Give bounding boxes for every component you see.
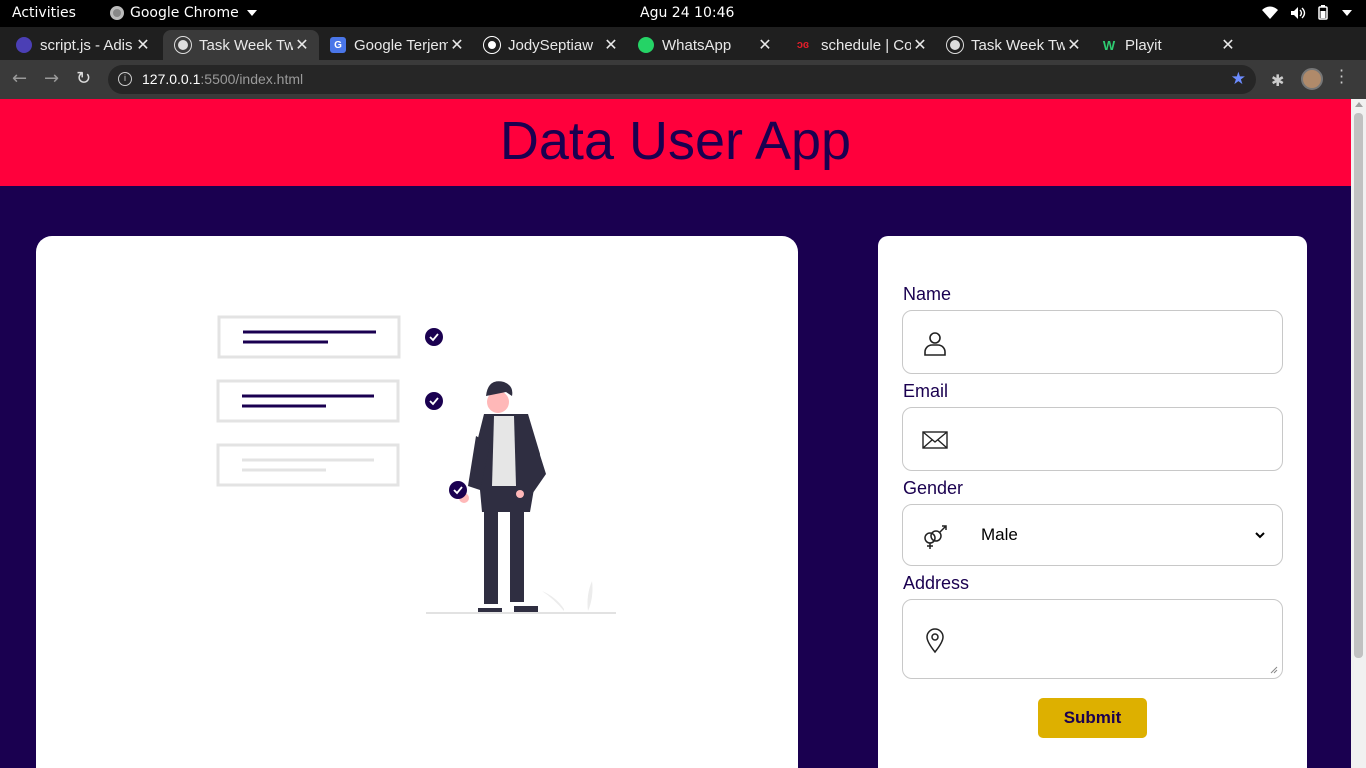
info-icon[interactable]: i	[118, 72, 132, 86]
gender-icon	[924, 525, 947, 549]
address-label: Address	[903, 573, 970, 593]
tab[interactable]: Task Week Tw ✕	[935, 30, 1091, 60]
page-viewport: Data User App Name Email Gender Male Add…	[0, 99, 1351, 768]
github-icon	[483, 36, 501, 54]
avatar[interactable]	[1301, 68, 1323, 90]
system-top-bar: Activities Google Chrome Agu 24 10:46	[0, 0, 1366, 27]
resize-handle-icon[interactable]	[1270, 666, 1278, 674]
battery-icon	[1318, 5, 1328, 20]
email-field[interactable]	[902, 407, 1283, 471]
email-label: Email	[903, 381, 949, 401]
close-icon[interactable]: ✕	[1219, 35, 1237, 55]
chevron-down-icon	[1255, 532, 1265, 539]
address-input[interactable]	[973, 608, 1273, 670]
gender-selected-value: Male	[981, 525, 1018, 544]
name-field[interactable]	[902, 310, 1283, 374]
extensions-icon[interactable]: ✱	[1271, 71, 1284, 90]
volume-icon	[1291, 6, 1306, 19]
close-icon[interactable]: ✕	[602, 35, 620, 55]
google-translate-icon: G	[330, 37, 346, 53]
tab-title: script.js - Adis	[40, 36, 133, 54]
close-icon[interactable]: ✕	[1065, 35, 1083, 55]
email-input[interactable]	[973, 418, 1268, 460]
scroll-up-icon[interactable]	[1355, 102, 1363, 107]
tab[interactable]: WhatsApp ✕	[626, 30, 782, 60]
github-icon	[16, 37, 32, 53]
submit-button[interactable]: Submit	[1038, 698, 1147, 738]
playit-icon: W	[1102, 37, 1116, 53]
url-text: 127.0.0.1:5500/index.html	[142, 71, 303, 87]
close-icon[interactable]: ✕	[134, 35, 152, 55]
close-icon[interactable]: ✕	[756, 35, 774, 55]
envelope-icon	[922, 431, 948, 449]
address-field[interactable]	[902, 599, 1283, 679]
tab-title: Task Week Tw	[199, 36, 293, 54]
page-title: Data User App	[499, 111, 852, 171]
codepolitan-icon: ɔɞ	[796, 39, 810, 51]
forward-icon[interactable]: →	[44, 68, 59, 89]
close-icon[interactable]: ✕	[448, 35, 466, 55]
app-menu[interactable]: Google Chrome	[110, 5, 257, 21]
name-label: Name	[903, 284, 952, 304]
tab[interactable]: G Google Terjem ✕	[318, 30, 474, 60]
globe-icon	[946, 36, 964, 54]
activities-button[interactable]: Activities	[12, 5, 76, 21]
address-bar[interactable]: i 127.0.0.1:5500/index.html ★	[108, 65, 1256, 94]
scrollbar-thumb[interactable]	[1354, 113, 1363, 658]
illustration-card	[36, 236, 798, 768]
user-icon	[924, 332, 946, 356]
menu-icon[interactable]: · · ·	[1339, 63, 1344, 91]
tab[interactable]: script.js - Adis ✕	[4, 30, 160, 60]
gender-select[interactable]: Male	[902, 504, 1283, 566]
tab-title: WhatsApp	[662, 36, 732, 54]
reload-icon[interactable]: ↻	[76, 68, 91, 89]
tab-title: Task Week Tw	[971, 36, 1065, 54]
whatsapp-icon	[638, 37, 654, 53]
user-form-card: Name Email Gender Male Address Submit	[878, 236, 1307, 768]
browser-toolbar: ← → ↻ i 127.0.0.1:5500/index.html ★	[0, 60, 1366, 99]
close-icon[interactable]: ✕	[911, 35, 929, 55]
tab[interactable]: W Playit ✕	[1089, 30, 1245, 60]
globe-icon	[174, 36, 192, 54]
tab-title: schedule | Co	[821, 36, 911, 54]
gender-label: Gender	[903, 478, 964, 498]
back-icon[interactable]: ←	[12, 68, 27, 89]
url-host: 127.0.0.1	[142, 71, 201, 87]
tab-strip: script.js - Adis ✕ Task Week Tw ✕ G Goog…	[0, 27, 1366, 82]
app-header: Data User App	[0, 99, 1351, 186]
system-tray[interactable]	[1262, 5, 1352, 20]
tab-active[interactable]: Task Week Tw ✕	[163, 30, 319, 60]
app-name: Google Chrome	[130, 5, 239, 21]
tab[interactable]: ɔɞ schedule | Co ✕	[781, 30, 937, 60]
scrollbar[interactable]	[1351, 99, 1366, 768]
name-input[interactable]	[973, 321, 1268, 363]
system-menu-chevron-icon	[1342, 9, 1352, 16]
tab-title: Google Terjem	[354, 36, 448, 54]
close-icon[interactable]: ✕	[293, 35, 311, 55]
chevron-down-icon	[246, 10, 257, 16]
bookmark-star-icon[interactable]: ★	[1231, 69, 1246, 89]
chrome-icon	[110, 6, 124, 20]
url-path: :5500/index.html	[200, 71, 304, 87]
tab[interactable]: JodySeptiaw ✕	[472, 30, 628, 60]
tab-title: Playit	[1125, 36, 1162, 54]
map-pin-icon	[926, 628, 944, 654]
checklist-illustration	[216, 315, 616, 614]
wifi-icon	[1262, 6, 1278, 19]
clock[interactable]: Agu 24 10:46	[640, 5, 734, 21]
tab-title: JodySeptiaw	[508, 36, 594, 54]
